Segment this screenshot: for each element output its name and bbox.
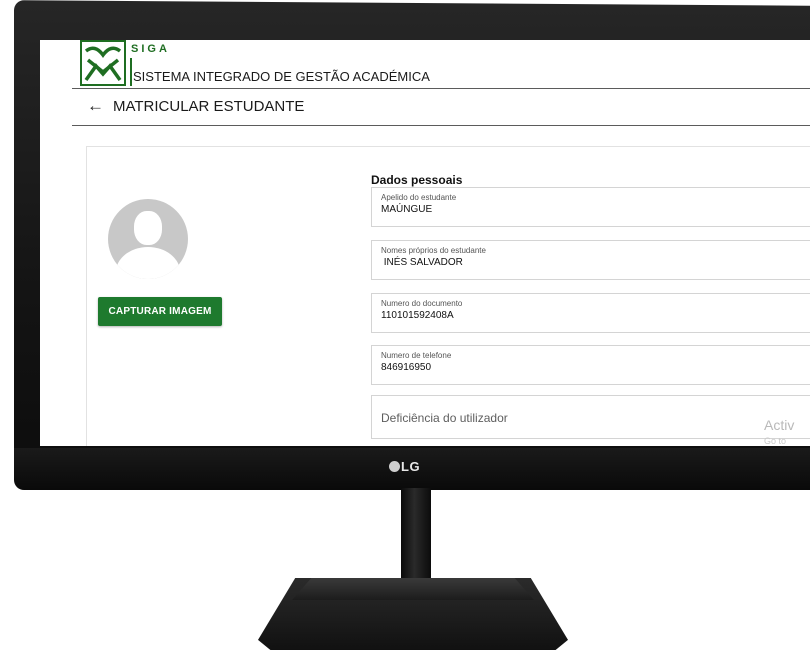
- document-number-value[interactable]: 110101592408A: [381, 310, 781, 321]
- monitor-screen: SIGA SISTEMA INTEGRADO DE GESTÃO ACADÉMI…: [40, 40, 810, 446]
- monitor-neck: [401, 488, 431, 580]
- monitor-stand-top: [292, 578, 534, 600]
- activation-watermark-sub: Go to: [764, 436, 787, 446]
- document-number-label: Numero do documento: [381, 299, 463, 308]
- avatar-placeholder-icon: [108, 199, 188, 279]
- given-names-field[interactable]: Nomes próprios do estudante INÉS SALVADO…: [371, 240, 810, 280]
- given-names-label: Nomes próprios do estudante: [381, 246, 486, 255]
- app-brand: SIGA: [131, 43, 170, 55]
- document-number-field[interactable]: Numero do documento 110101592408A: [371, 293, 810, 333]
- phone-number-label: Numero de telefone: [381, 351, 452, 360]
- given-names-value[interactable]: INÉS SALVADOR: [381, 257, 781, 268]
- monitor-brand-text: LG: [401, 459, 421, 474]
- student-form-card: CAPTURAR IMAGEM Dados pessoais Apelido d…: [86, 146, 810, 446]
- arrow-left-icon[interactable]: ←: [87, 96, 104, 116]
- lg-logo-icon: [389, 461, 400, 472]
- disability-field[interactable]: Deficiência do utilizador: [371, 395, 810, 439]
- page-title-bar: ← MATRICULAR ESTUDANTE: [72, 88, 810, 126]
- app-subtitle: SISTEMA INTEGRADO DE GESTÃO ACADÉMICA: [133, 69, 430, 84]
- siga-logo-icon: [80, 40, 126, 86]
- activation-watermark: Activ: [764, 417, 795, 433]
- page-title: MATRICULAR ESTUDANTE: [113, 98, 305, 115]
- phone-number-field[interactable]: Numero de telefone 846916950: [371, 345, 810, 385]
- section-title: Dados pessoais: [371, 173, 463, 187]
- app-header: SIGA SISTEMA INTEGRADO DE GESTÃO ACADÉMI…: [80, 40, 810, 88]
- avatar-head: [134, 211, 162, 245]
- capture-image-button[interactable]: CAPTURAR IMAGEM: [98, 297, 222, 326]
- surname-field[interactable]: Apelido do estudante MAÚNGUE: [371, 187, 810, 227]
- brand-divider: [130, 58, 132, 86]
- surname-label: Apelido do estudante: [381, 193, 457, 202]
- phone-number-value[interactable]: 846916950: [381, 362, 781, 373]
- surname-value[interactable]: MAÚNGUE: [381, 204, 781, 215]
- avatar-shoulders: [116, 247, 180, 279]
- disability-placeholder: Deficiência do utilizador: [381, 411, 508, 425]
- monitor-brand-logo: LG: [389, 459, 420, 474]
